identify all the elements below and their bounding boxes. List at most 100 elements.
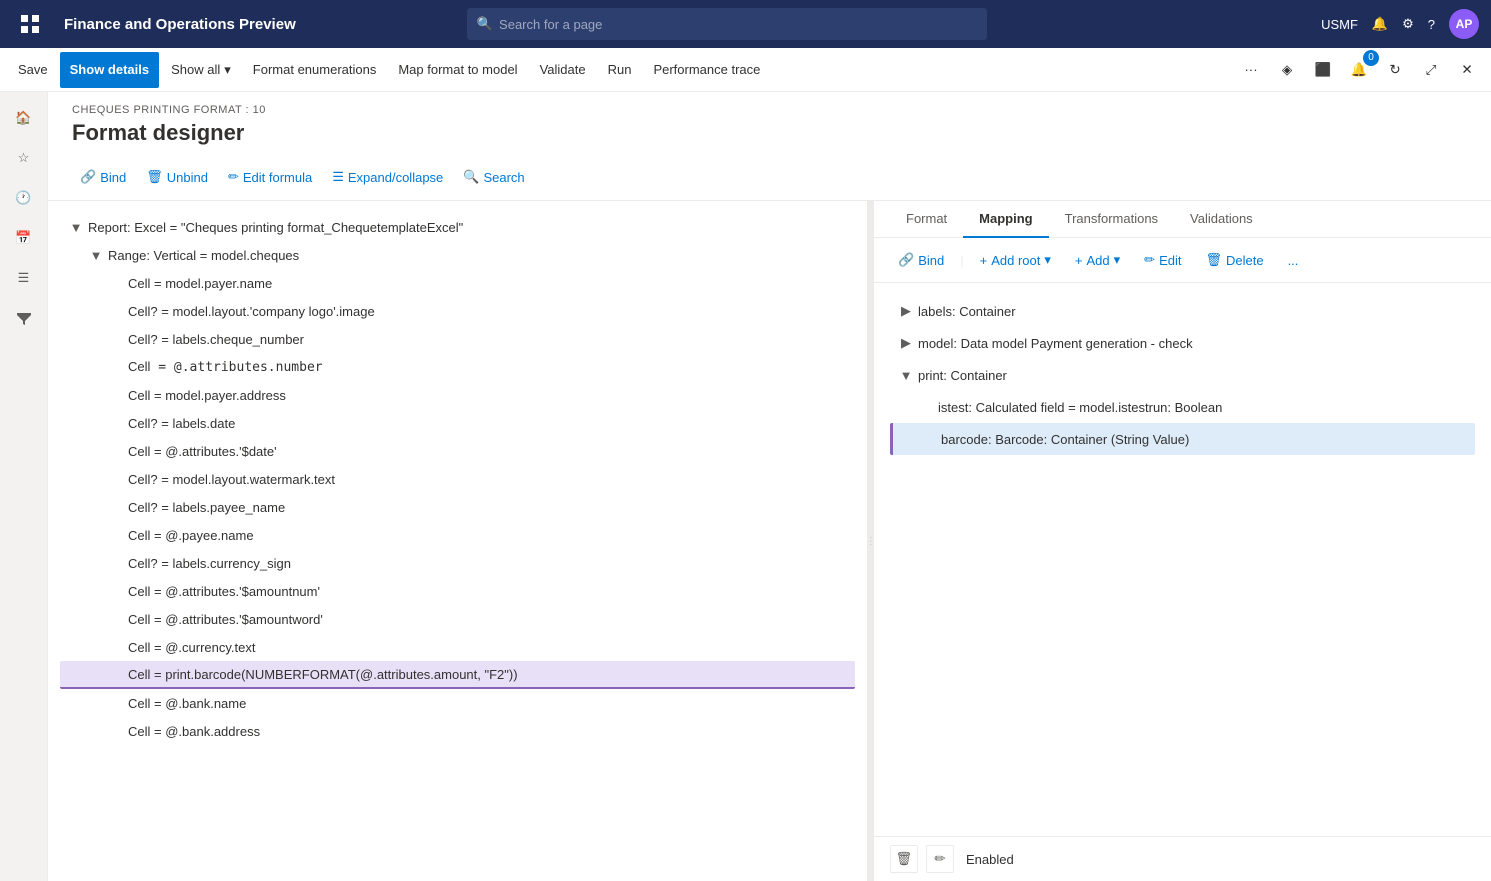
mapping-item-barcode[interactable]: barcode: Barcode: Container (String Valu… xyxy=(890,423,1475,455)
format-tree-item-cell3[interactable]: Cell? = labels.cheque_number xyxy=(60,325,855,353)
mapping-item-model[interactable]: ▶ model: Data model Payment generation -… xyxy=(890,327,1475,359)
global-search[interactable]: 🔍 Search for a page xyxy=(467,8,987,40)
tab-transformations[interactable]: Transformations xyxy=(1049,201,1174,238)
help-icon[interactable]: ? xyxy=(1428,17,1435,32)
save-button[interactable]: Save xyxy=(8,52,58,88)
tree-label-cell10: Cell = @.payee.name xyxy=(128,528,254,543)
mapping-toggle-model: ▶ xyxy=(898,335,914,351)
search-icon: 🔍 xyxy=(477,16,493,32)
tree-toggle-cell5 xyxy=(108,387,124,403)
tree-label-cell7: Cell = @.attributes.'$date' xyxy=(128,444,277,459)
tree-label-cell17: Cell = @.bank.address xyxy=(128,724,260,739)
run-button[interactable]: Run xyxy=(598,52,642,88)
tree-toggle-cell13 xyxy=(108,611,124,627)
panel-toggle-button[interactable]: ⬛ xyxy=(1307,54,1339,86)
right-delete-button[interactable]: 🗑 Delete xyxy=(1197,246,1271,274)
tree-label-cell4: Cell = @.attributes.number xyxy=(128,359,323,375)
more-options-button[interactable]: ··· xyxy=(1235,54,1267,86)
cmd-bar-right: ··· ◈ ⬛ 🔔 0 ↻ ⤢ ✕ xyxy=(1235,54,1483,86)
format-tree-item-cell2[interactable]: Cell? = model.layout.'company logo'.imag… xyxy=(60,297,855,325)
add-root-button[interactable]: + Add root ▾ xyxy=(972,246,1059,274)
mapping-tabs: FormatMappingTransformationsValidations xyxy=(874,201,1491,238)
tree-toggle-range: ▼ xyxy=(88,247,104,263)
validate-button[interactable]: Validate xyxy=(530,52,596,88)
format-enumerations-button[interactable]: Format enumerations xyxy=(243,52,387,88)
sidebar-star-icon[interactable]: ☆ xyxy=(6,140,42,176)
right-bind-button[interactable]: 🔗 Bind xyxy=(890,246,952,274)
sidebar-clock-icon[interactable]: 🕐 xyxy=(6,180,42,216)
format-tree-item-cell6[interactable]: Cell? = labels.date xyxy=(60,409,855,437)
format-tree-item-root[interactable]: ▼ Report: Excel = "Cheques printing form… xyxy=(60,213,855,241)
sidebar-home-icon[interactable]: 🏠 xyxy=(6,100,42,136)
tree-toggle-cell17 xyxy=(108,723,124,739)
close-button[interactable]: ✕ xyxy=(1451,54,1483,86)
bind-button[interactable]: 🔗 Bind xyxy=(72,162,134,192)
trash-icon: 🗑 xyxy=(1205,252,1222,268)
top-nav-right: USMF 🔔 ⚙ ? AP xyxy=(1321,9,1479,39)
format-tree-item-cell4[interactable]: Cell = @.attributes.number xyxy=(60,353,855,381)
gear-icon[interactable]: ⚙ xyxy=(1402,16,1414,32)
sidebar-filter-icon[interactable] xyxy=(6,300,42,336)
edit-formula-button[interactable]: ✏ Edit formula xyxy=(220,162,320,192)
format-tree-item-cell11[interactable]: Cell? = labels.currency_sign xyxy=(60,549,855,577)
refresh-button[interactable]: ↻ xyxy=(1379,54,1411,86)
format-tree-item-cell16[interactable]: Cell = @.bank.name xyxy=(60,689,855,717)
format-tree-item-cell9[interactable]: Cell? = labels.payee_name xyxy=(60,493,855,521)
tab-validations[interactable]: Validations xyxy=(1174,201,1269,238)
show-all-button[interactable]: Show all ▾ xyxy=(161,52,241,88)
add-button[interactable]: + Add ▾ xyxy=(1067,246,1128,274)
format-tree-item-cell8[interactable]: Cell? = model.layout.watermark.text xyxy=(60,465,855,493)
format-tree-item-cell1[interactable]: Cell = model.payer.name xyxy=(60,269,855,297)
tab-format[interactable]: Format xyxy=(890,201,963,238)
right-pane: FormatMappingTransformationsValidations … xyxy=(874,201,1491,881)
mapping-item-print[interactable]: ▼ print: Container xyxy=(890,359,1475,391)
status-bar: 🗑 ✏ Enabled xyxy=(874,836,1491,881)
tree-toggle-cell15 xyxy=(108,666,124,682)
mapping-label-print: print: Container xyxy=(918,368,1007,383)
mapping-toolbar: 🔗 Bind | + Add root ▾ + Add ▾ xyxy=(874,238,1491,283)
unbind-button[interactable]: 🗑 Unbind xyxy=(138,162,216,192)
tree-label-cell12: Cell = @.attributes.'$amountnum' xyxy=(128,584,320,599)
format-tree-item-cell17[interactable]: Cell = @.bank.address xyxy=(60,717,855,745)
tree-toggle-cell7 xyxy=(108,443,124,459)
format-tree-item-cell14[interactable]: Cell = @.currency.text xyxy=(60,633,855,661)
sidebar-list-icon[interactable]: ☰ xyxy=(6,260,42,296)
tree-label-cell16: Cell = @.bank.name xyxy=(128,696,246,711)
format-tree-item-cell5[interactable]: Cell = model.payer.address xyxy=(60,381,855,409)
tree-label-root: Report: Excel = "Cheques printing format… xyxy=(88,220,463,235)
more-button[interactable]: ... xyxy=(1280,246,1307,274)
status-delete-button[interactable]: 🗑 xyxy=(890,845,918,873)
mapping-item-labels[interactable]: ▶ labels: Container xyxy=(890,295,1475,327)
show-details-button[interactable]: Show details xyxy=(60,52,159,88)
avatar[interactable]: AP xyxy=(1449,9,1479,39)
breadcrumb: CHEQUES PRINTING FORMAT : 10 xyxy=(48,92,1491,120)
bell-icon[interactable]: 🔔 xyxy=(1372,16,1388,32)
search-icon: 🔍 xyxy=(463,169,479,185)
app-grid-icon[interactable] xyxy=(12,6,48,42)
format-tree-item-cell12[interactable]: Cell = @.attributes.'$amountnum' xyxy=(60,577,855,605)
tree-label-cell5: Cell = model.payer.address xyxy=(128,388,286,403)
tree-toggle-cell10 xyxy=(108,527,124,543)
notification-badge: 0 xyxy=(1363,50,1379,66)
format-tree-item-cell13[interactable]: Cell = @.attributes.'$amountword' xyxy=(60,605,855,633)
tree-toggle-cell6 xyxy=(108,415,124,431)
format-tree-item-cell7[interactable]: Cell = @.attributes.'$date' xyxy=(60,437,855,465)
right-edit-button[interactable]: ✏ Edit xyxy=(1136,246,1189,274)
sidebar-calendar-icon[interactable]: 📅 xyxy=(6,220,42,256)
diamond-icon-button[interactable]: ◈ xyxy=(1271,54,1303,86)
expand-icon: ☰ xyxy=(332,169,344,185)
plus-icon: + xyxy=(1075,253,1083,268)
open-new-window-button[interactable]: ⤢ xyxy=(1415,54,1447,86)
performance-trace-button[interactable]: Performance trace xyxy=(643,52,770,88)
search-button[interactable]: 🔍 Search xyxy=(455,162,532,192)
mapping-item-istest[interactable]: istest: Calculated field = model.istestr… xyxy=(890,391,1475,423)
format-tree-item-range[interactable]: ▼ Range: Vertical = model.cheques xyxy=(60,241,855,269)
format-tree-item-cell15[interactable]: Cell = print.barcode(NUMBERFORMAT(@.attr… xyxy=(60,661,855,689)
status-edit-button[interactable]: ✏ xyxy=(926,845,954,873)
format-tree-item-cell10[interactable]: Cell = @.payee.name xyxy=(60,521,855,549)
pencil-icon: ✏ xyxy=(228,169,239,185)
tab-mapping[interactable]: Mapping xyxy=(963,201,1048,238)
tree-toggle-cell3 xyxy=(108,331,124,347)
expand-collapse-button[interactable]: ☰ Expand/collapse xyxy=(324,162,451,192)
map-format-to-model-button[interactable]: Map format to model xyxy=(388,52,527,88)
